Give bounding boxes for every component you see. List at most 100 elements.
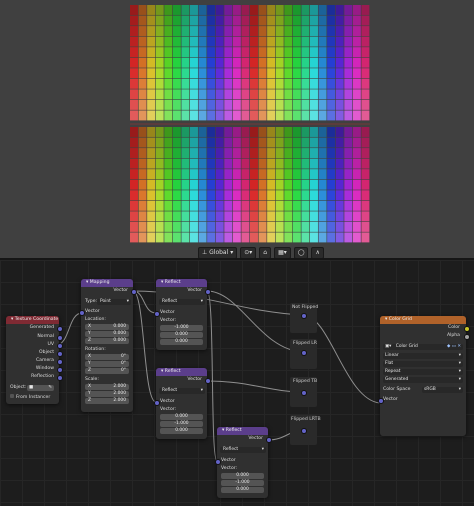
extension-dropdown[interactable]: Repeat ▾ (383, 369, 463, 375)
grid-cell (267, 57, 276, 68)
mapping-output-socket[interactable] (131, 289, 137, 295)
reflect2-mode-dropdown[interactable]: Reflect ▾ (159, 388, 205, 394)
reflect1-x[interactable]: -1.000 (160, 325, 203, 331)
image-vector-socket[interactable] (378, 398, 384, 404)
rotation-z[interactable]: Z 0° (85, 368, 129, 374)
uv-socket[interactable] (57, 343, 63, 349)
reflect2-output-socket[interactable] (205, 378, 211, 384)
image-user-icons[interactable]: ◆ ▭ ✕ (447, 344, 461, 350)
mapping-node[interactable]: ▾ Mapping Vector Type: Point ▾ Vector Loc… (79, 279, 137, 412)
grid-cell (284, 169, 293, 180)
3d-viewport[interactable]: ⊥ Global ▾ ⊙▾ ⌂ ▦▾ ◯ ∧ (0, 0, 474, 259)
grid-cell (275, 5, 284, 15)
grid-cell (301, 148, 310, 159)
reroute-flipped-lrtb[interactable] (301, 428, 307, 434)
grid-cell (275, 47, 284, 58)
reflect-header-2[interactable]: ▾ Reflect (156, 368, 207, 376)
texture-coordinate-header[interactable]: ▾ Texture Coordinate (6, 316, 59, 324)
grid-cell (352, 99, 361, 110)
image-selector[interactable]: ▣▾ Color Grid ◆ ▭ ✕ (383, 344, 463, 350)
reflect3-z[interactable]: 0.000 (221, 487, 264, 493)
normal-socket[interactable] (57, 335, 63, 341)
from-instancer-checkbox[interactable] (10, 394, 14, 398)
grid-cell (335, 110, 344, 121)
reflect3-mode-dropdown[interactable]: Reflect ▾ (220, 447, 266, 453)
rotation-y[interactable]: Y 0° (85, 361, 129, 367)
reflect1-z[interactable]: 0.000 (160, 339, 203, 345)
reroute-not-flipped[interactable] (301, 313, 307, 319)
reflect2-y[interactable]: -1.000 (160, 421, 203, 427)
interpolation-dropdown[interactable]: Linear ▾ (383, 353, 463, 359)
grid-cell (344, 232, 353, 243)
reflect1-input-socket[interactable] (154, 311, 160, 317)
source-dropdown[interactable]: Generated ▾ (383, 377, 463, 383)
grid-cell (172, 110, 181, 121)
grid-cell (215, 36, 224, 47)
grid-cell (327, 68, 336, 79)
eyedropper-icon[interactable]: ✎ (48, 385, 52, 391)
image-texture-header[interactable]: ▾ Color Grid (380, 316, 466, 324)
mapping-header[interactable]: ▾ Mapping (81, 279, 133, 287)
color-output-socket[interactable] (464, 326, 470, 332)
camera-socket[interactable] (57, 359, 63, 365)
grid-cell (198, 47, 207, 58)
scale-z[interactable]: Z 2.000 (85, 398, 129, 404)
grid-cell (198, 26, 207, 37)
grid-cell (147, 221, 156, 232)
grid-cell (310, 89, 318, 100)
grid-cell (147, 89, 156, 100)
reflect3-output-socket[interactable] (266, 437, 272, 443)
reflect3-y[interactable]: -1.000 (221, 480, 264, 486)
reflect-header-3[interactable]: ▾ Reflect (217, 427, 268, 435)
reflect2-input-socket[interactable] (154, 400, 160, 406)
window-socket[interactable] (57, 367, 63, 373)
grid-cell (352, 190, 361, 201)
grid-cell (292, 137, 301, 148)
color-space-dropdown[interactable]: sRGB ▾ (422, 387, 463, 393)
reflect-header-1[interactable]: ▾ Reflect (156, 279, 207, 287)
grid-cell (130, 200, 138, 211)
scale-y[interactable]: Y 2.000 (85, 391, 129, 397)
reflect1-output-socket[interactable] (205, 289, 211, 295)
mapping-input-socket[interactable] (79, 310, 85, 316)
reflect-node-2[interactable]: ▾ Reflect Vector Reflect ▾ Vector Vector:… (154, 368, 211, 439)
object-socket[interactable] (57, 351, 63, 357)
object-field[interactable]: ■ ✎ (27, 385, 54, 391)
reflect-node-3[interactable]: ▾ Reflect Vector Reflect ▾ Vector Vector:… (215, 427, 272, 498)
grid-cell (250, 78, 258, 89)
reroute-flipped-tb[interactable] (301, 390, 307, 396)
reflect1-y[interactable]: 0.000 (160, 332, 203, 338)
from-instancer-row[interactable]: From Instancer (10, 394, 50, 400)
reflection-socket[interactable] (57, 375, 63, 381)
reflect-node-1[interactable]: ▾ Reflect Vector Reflect ▾ Vector Vector:… (154, 279, 211, 350)
location-z[interactable]: Z 0.000 (85, 338, 129, 344)
location-y[interactable]: Y 0.000 (85, 331, 129, 337)
grid-cell (172, 137, 181, 148)
projection-dropdown[interactable]: Flat ▾ (383, 361, 463, 367)
grid-cell (181, 179, 190, 190)
mapping-type-dropdown[interactable]: Point ▾ (97, 299, 131, 305)
grid-cell (361, 137, 370, 148)
grid-cell (327, 179, 336, 190)
grid-cell (318, 5, 327, 15)
reflect1-mode-dropdown[interactable]: Reflect ▾ (159, 299, 205, 305)
reroute-flipped-lr[interactable] (301, 350, 307, 356)
scale-x[interactable]: X 2.000 (85, 384, 129, 390)
reflect3-x[interactable]: 0.000 (221, 473, 264, 479)
image-browse-icon[interactable]: ▣▾ (383, 344, 391, 349)
reflect3-input-socket[interactable] (215, 459, 221, 465)
texture-coordinate-node[interactable]: ▾ Texture Coordinate Generated Normal UV… (6, 316, 63, 404)
rotation-x[interactable]: X 0° (85, 354, 129, 360)
reflect2-x[interactable]: 0.000 (160, 414, 203, 420)
grid-cell (224, 200, 233, 211)
grid-cell (344, 158, 353, 169)
output-color-label: Color (448, 325, 460, 330)
alpha-output-socket[interactable] (464, 334, 470, 340)
image-texture-node[interactable]: ▾ Color Grid Color Alpha ▣▾ Color Grid ◆… (378, 316, 470, 436)
generated-socket[interactable] (57, 326, 63, 332)
reflect2-z[interactable]: 0.000 (160, 428, 203, 434)
location-x[interactable]: X 0.000 (85, 324, 129, 330)
grid-cell (344, 148, 353, 159)
grid-cell (172, 179, 181, 190)
grid-cell (215, 179, 224, 190)
